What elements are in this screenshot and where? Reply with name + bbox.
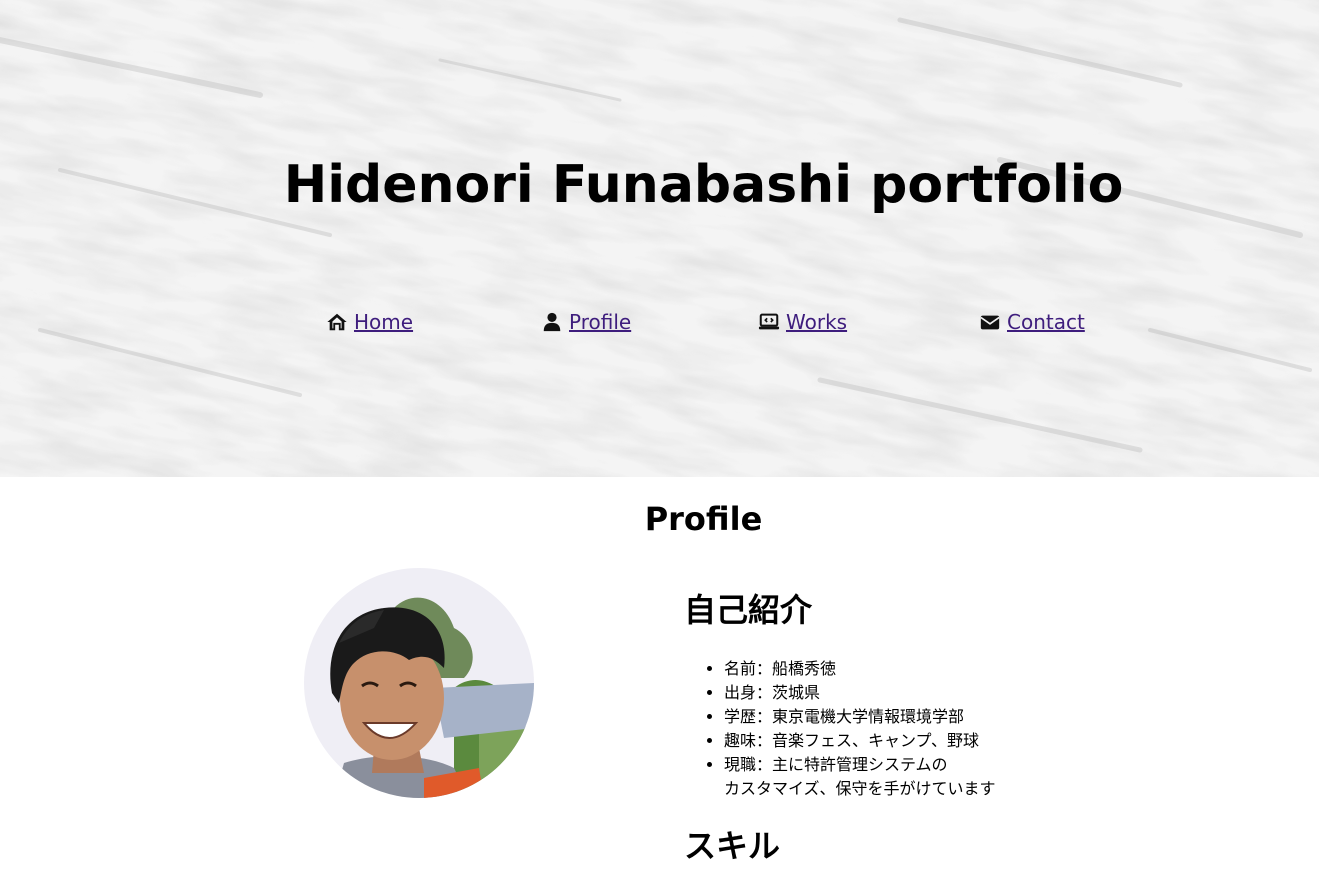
user-icon: [541, 311, 563, 333]
list-item-line: 現職：主に特許管理システムの: [724, 755, 948, 774]
main-nav: Home Profile Works Contact: [0, 306, 1319, 338]
nav-label-works[interactable]: Works: [786, 310, 847, 334]
intro-list: 名前：船橋秀徳 出身：茨城県 学歴：東京電機大学情報環境学部 趣味：音楽フェス、…: [684, 657, 996, 801]
nav-label-home[interactable]: Home: [354, 310, 413, 334]
list-item: 名前：船橋秀徳: [724, 657, 996, 681]
envelope-icon: [979, 311, 1001, 333]
list-item: 学歴：東京電機大学情報環境学部: [724, 705, 996, 729]
hero-header: Hidenori Funabashi portfolio Home Profil…: [0, 0, 1319, 477]
profile-section-title: Profile: [644, 500, 763, 538]
home-icon: [326, 311, 348, 333]
list-item-line: カスタマイズ、保守を手がけています: [724, 779, 996, 798]
nav-link-works[interactable]: Works: [758, 306, 847, 338]
laptop-code-icon: [758, 311, 780, 333]
nav-link-home[interactable]: Home: [326, 306, 413, 338]
profile-photo: [304, 568, 534, 798]
skills-heading: スキル: [684, 827, 781, 865]
site-title: Hidenori Funabashi portfolio: [283, 155, 1124, 215]
intro-heading: 自己紹介: [684, 591, 813, 629]
list-item: 出身：茨城県: [724, 681, 996, 705]
brush-texture-background: [0, 0, 1319, 477]
nav-link-profile[interactable]: Profile: [541, 306, 631, 338]
nav-label-contact[interactable]: Contact: [1007, 310, 1085, 334]
nav-link-contact[interactable]: Contact: [979, 306, 1085, 338]
nav-label-profile[interactable]: Profile: [569, 310, 631, 334]
list-item: 現職：主に特許管理システムのカスタマイズ、保守を手がけています: [724, 753, 996, 801]
list-item: 趣味：音楽フェス、キャンプ、野球: [724, 729, 996, 753]
